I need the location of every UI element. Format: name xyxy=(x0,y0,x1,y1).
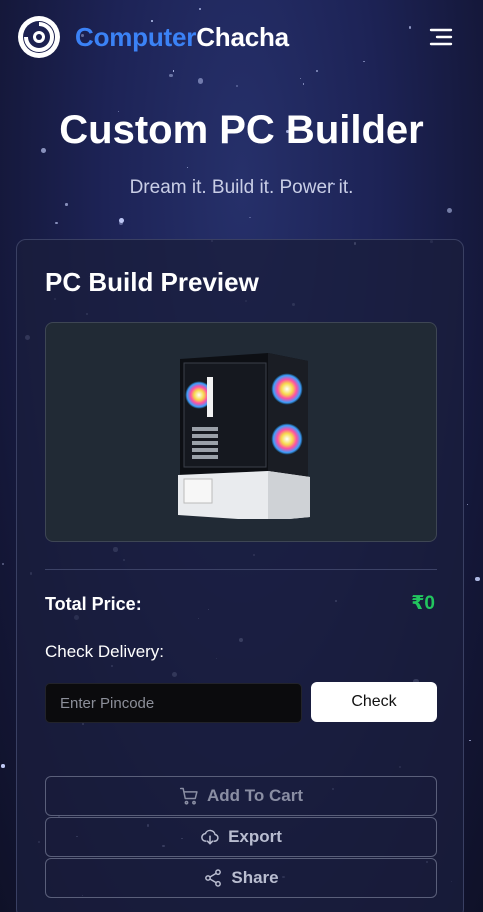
star-dot xyxy=(475,576,480,582)
star-dot xyxy=(65,203,68,206)
check-delivery-label: Check Delivery: xyxy=(45,642,165,661)
card-divider xyxy=(45,569,437,570)
brand-name[interactable]: ComputerChacha xyxy=(75,22,289,53)
star-dot xyxy=(235,84,239,87)
star-dot xyxy=(469,739,471,742)
page-title: Custom PC Builder xyxy=(59,108,424,152)
pincode-input[interactable] xyxy=(45,683,302,723)
add-to-cart-button[interactable]: Add To Cart xyxy=(45,776,437,816)
star-dot xyxy=(197,78,204,84)
star-dot xyxy=(466,503,469,506)
pc-build-preview-card: PC Build Preview Total Price: ₹0 Check D… xyxy=(16,239,464,912)
power-ring-logo[interactable] xyxy=(16,14,62,60)
check-button[interactable]: Check xyxy=(311,682,437,722)
star-dot xyxy=(249,216,251,218)
add-to-cart-label: Add To Cart xyxy=(206,786,303,805)
star-dot xyxy=(299,78,301,80)
total-price-label: Total Price: xyxy=(45,594,142,614)
share-button[interactable]: Share xyxy=(45,858,437,898)
share-label: Share xyxy=(231,868,279,887)
share-icon xyxy=(205,869,222,887)
star-dot xyxy=(1,562,4,565)
card-title: PC Build Preview xyxy=(45,267,259,297)
star-dot xyxy=(302,83,305,85)
star-dot xyxy=(119,221,124,226)
hamburger-icon[interactable] xyxy=(428,26,454,48)
star-dot xyxy=(1,764,5,768)
brand-name-part2: Chacha xyxy=(196,22,289,52)
total-price-value: ₹0 xyxy=(411,593,435,614)
export-button[interactable]: Export xyxy=(45,817,437,857)
star-dot xyxy=(55,221,58,224)
export-label: Export xyxy=(228,827,282,846)
page-subtitle: Dream it. Build it. Power it. xyxy=(129,177,354,198)
pc-preview-panel xyxy=(45,322,437,542)
brand-name-part1: Computer xyxy=(75,22,197,52)
star-dot xyxy=(119,218,124,224)
cart-icon xyxy=(179,787,198,805)
cloud-download-icon xyxy=(201,829,219,845)
star-dot xyxy=(186,166,188,169)
pc-case-image xyxy=(178,353,310,519)
star-dot xyxy=(446,207,453,214)
site-header: ComputerChacha xyxy=(0,0,483,76)
